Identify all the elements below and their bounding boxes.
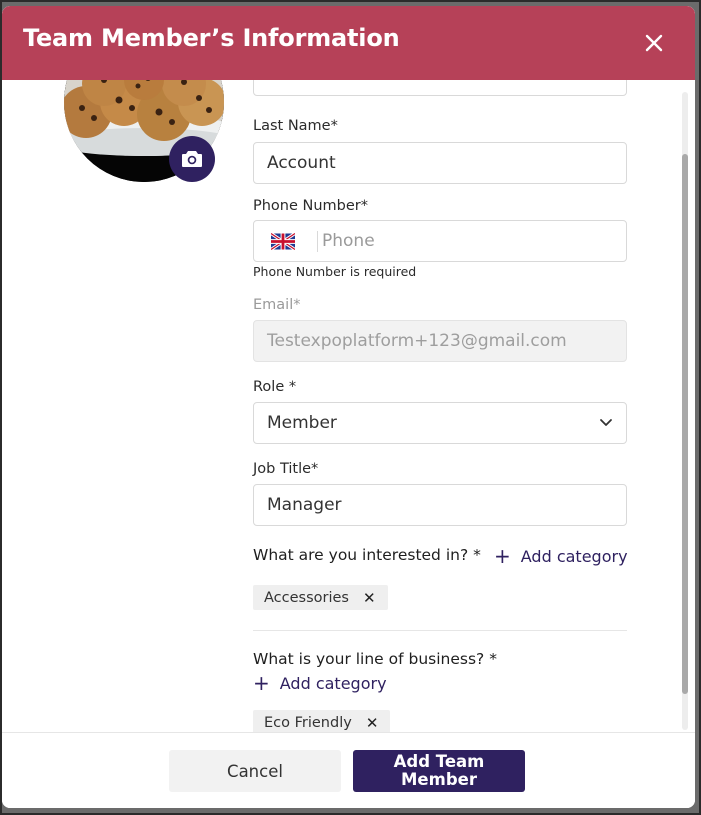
phone-error-text: Phone Number is required: [253, 264, 417, 279]
interests-question: What are you interested in? *: [253, 546, 481, 564]
scrollbar[interactable]: [682, 92, 688, 730]
camera-icon: [182, 151, 202, 167]
scrollbar-thumb[interactable]: [682, 154, 688, 694]
dialog-header: Team Member’s Information: [2, 6, 695, 80]
add-category-label: Add category: [520, 546, 628, 566]
email-label: Email*: [253, 297, 301, 313]
remove-chip-icon[interactable]: ✕: [366, 714, 379, 732]
job-title-field[interactable]: Manager: [253, 484, 627, 526]
team-member-dialog: Team Member’s Information Last Name* Acc…: [2, 6, 695, 808]
chip-label: Eco Friendly: [264, 714, 352, 731]
business-chip: Eco Friendly ✕: [253, 710, 391, 734]
role-label: Role *: [253, 379, 297, 395]
phone-field[interactable]: Phone: [253, 220, 627, 262]
add-category-label: Add category: [279, 673, 387, 693]
avatar-section: [64, 80, 224, 197]
role-value: Member: [267, 413, 337, 433]
section-divider: [253, 630, 627, 631]
interest-chip: Accessories ✕: [253, 585, 388, 610]
last-name-field[interactable]: Account: [253, 142, 627, 184]
add-team-member-button[interactable]: Add Team Member: [353, 750, 525, 792]
dialog-title: Team Member’s Information: [23, 24, 400, 52]
dialog-footer: Cancel Add Team Member: [2, 732, 695, 808]
uk-flag-icon[interactable]: [271, 233, 295, 250]
last-name-label: Last Name*: [253, 118, 338, 134]
close-button[interactable]: [641, 30, 667, 56]
add-business-category-button[interactable]: + Add category: [253, 673, 387, 693]
remove-chip-icon[interactable]: ✕: [363, 589, 376, 607]
email-field: Testexpoplatform+123@gmail.com: [253, 320, 627, 362]
phone-divider: [317, 231, 318, 252]
add-interest-category-button[interactable]: + Add category: [494, 546, 628, 566]
business-question: What is your line of business? *: [253, 650, 497, 668]
first-name-field[interactable]: [253, 80, 627, 96]
plus-icon: +: [253, 671, 270, 695]
plus-icon: +: [494, 544, 511, 568]
change-photo-button[interactable]: [169, 136, 215, 182]
chevron-down-icon: [600, 419, 612, 426]
phone-label: Phone Number*: [253, 198, 369, 214]
dialog-body: Last Name* Account Phone Number* Phone P…: [2, 80, 695, 734]
chip-label: Accessories: [264, 589, 349, 606]
job-title-label: Job Title*: [253, 461, 319, 477]
phone-input[interactable]: Phone: [322, 221, 375, 261]
close-icon: [645, 34, 663, 52]
cancel-button[interactable]: Cancel: [169, 750, 341, 792]
role-select[interactable]: Member: [253, 402, 627, 444]
